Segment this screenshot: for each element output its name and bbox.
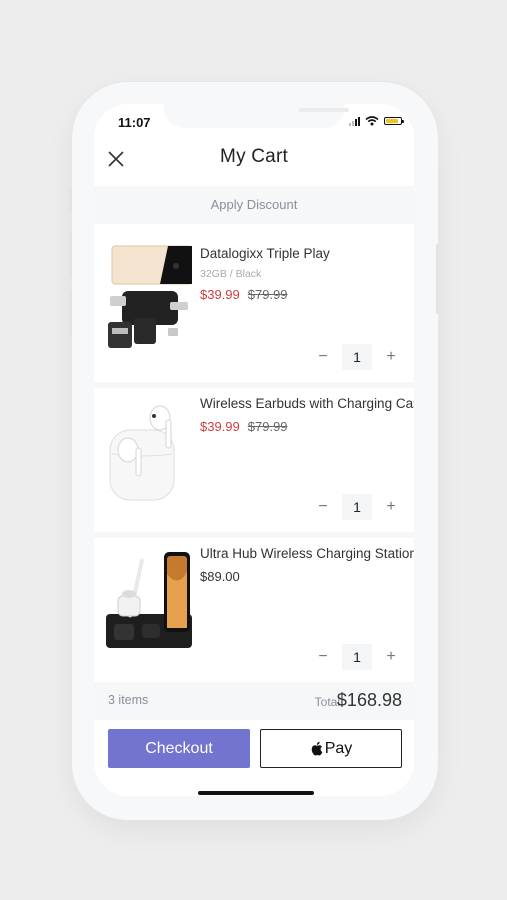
item-name[interactable]: Datalogixx Triple Play (200, 246, 330, 261)
page-title: My Cart (220, 146, 288, 167)
product-image-card-reader (108, 245, 192, 348)
sale-price: $39.99 (200, 419, 240, 434)
side-button (69, 290, 72, 336)
cart-item: Ultra Hub Wireless Charging Station $89.… (94, 532, 414, 682)
original-price: $79.99 (247, 287, 288, 302)
product-image-charging-station (106, 552, 192, 648)
cart-item: Datalogixx Triple Play 32GB / Black $39.… (94, 232, 414, 382)
minus-icon[interactable]: − (312, 498, 334, 516)
quantity-stepper: − 1 + (312, 644, 402, 670)
apply-discount-button[interactable]: Apply Discount (94, 186, 414, 224)
plus-icon[interactable]: + (380, 348, 402, 366)
sale-price: $39.99 (200, 287, 240, 302)
side-button (69, 232, 72, 278)
quantity-value[interactable]: 1 (342, 494, 372, 520)
plus-icon[interactable]: + (380, 648, 402, 666)
status-icons (349, 116, 404, 126)
minus-icon[interactable]: − (312, 648, 334, 666)
header: My Cart (94, 142, 414, 182)
checkout-button[interactable]: Checkout (108, 729, 250, 768)
total-value: $168.98 (336, 690, 402, 710)
status-time: 11:07 (118, 115, 151, 130)
side-button (69, 188, 72, 212)
item-prices: $39.99 $79.99 (200, 419, 288, 434)
quantity-stepper: − 1 + (312, 344, 402, 370)
product-image-earbuds (109, 405, 175, 501)
cart-summary: 3 items Total $168.98 (94, 682, 414, 720)
signal-icon (349, 116, 360, 126)
original-price: $79.99 (247, 419, 288, 434)
apple-pay-button[interactable]: Pay (260, 729, 402, 768)
item-name[interactable]: Ultra Hub Wireless Charging Station (200, 546, 414, 561)
apple-icon (311, 741, 323, 756)
wifi-icon (365, 116, 379, 126)
home-indicator (198, 791, 314, 795)
side-button (436, 244, 439, 314)
apple-pay-label: Pay (324, 740, 353, 757)
notch (164, 104, 349, 128)
item-count: 3 items (108, 693, 149, 707)
quantity-stepper: − 1 + (312, 494, 402, 520)
battery-icon (384, 117, 404, 125)
quantity-value[interactable]: 1 (342, 344, 372, 370)
item-variant: 32GB / Black (200, 268, 262, 280)
phone-screen: 11:07 My Cart Apply Discount Datalogixx … (94, 104, 414, 796)
cart-item: Wireless Earbuds with Charging Case $39.… (94, 382, 414, 532)
quantity-value[interactable]: 1 (342, 644, 372, 670)
item-name[interactable]: Wireless Earbuds with Charging Case (200, 396, 414, 411)
item-price: $89.00 (200, 569, 240, 584)
item-prices: $89.00 (200, 569, 248, 584)
item-prices: $39.99 $79.99 (200, 287, 288, 302)
plus-icon[interactable]: + (380, 498, 402, 516)
minus-icon[interactable]: − (312, 348, 334, 366)
